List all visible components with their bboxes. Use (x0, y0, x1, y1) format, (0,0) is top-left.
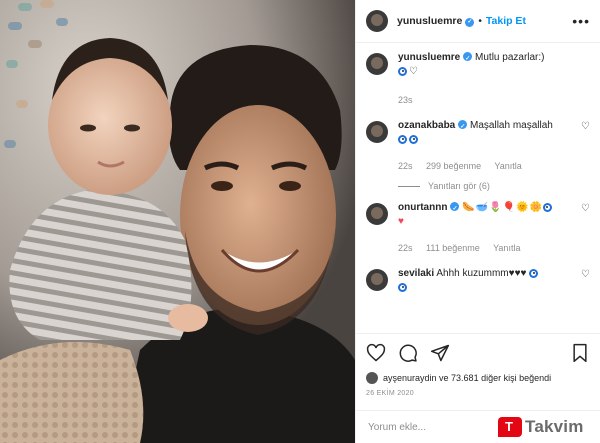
likes-text[interactable]: ayşenuraydin ve 73.681 diğer kişi beğend… (383, 373, 551, 383)
comment-time[interactable]: 22s (398, 243, 413, 253)
sun-icon: 🌞 (516, 202, 529, 213)
like-comment-icon[interactable]: ♡ (581, 121, 590, 132)
caption-text: Mutlu pazarlar:) (475, 52, 545, 63)
comment-item: onurtannn 🌭🥣🌷🎈🌞🌼 ♥ 22s 111 beğenme Yanıt… (366, 201, 590, 255)
emoji-sequence: 🌭🥣🌷🎈🌞🌼 (462, 202, 543, 213)
avatar[interactable] (366, 10, 388, 32)
add-comment-row: Takvim (356, 410, 600, 443)
comment-username[interactable]: sevilaki (398, 268, 434, 279)
photo-illustration (0, 0, 355, 443)
view-replies-label[interactable]: Yanıtları gör (6) (428, 181, 490, 191)
divider (398, 185, 420, 187)
comment-likes[interactable]: 111 beğenme (426, 243, 480, 253)
balloon-icon: 🎈 (502, 202, 516, 213)
verified-icon (458, 120, 468, 134)
follow-button[interactable]: Takip Et (486, 15, 526, 27)
comment-time[interactable]: 22s (398, 161, 413, 171)
avatar[interactable] (366, 121, 388, 143)
flower-icon: 🌷 (489, 202, 502, 213)
share-send-icon[interactable] (430, 343, 450, 363)
comment-likes[interactable]: 299 beğenme (426, 161, 481, 171)
reply-button[interactable]: Yanıtla (493, 243, 520, 253)
separator-dot: • (478, 15, 482, 27)
instagram-post: yunusluemre • Takip Et ••• yunusluemre M… (0, 0, 600, 443)
verified-icon (463, 52, 473, 66)
like-heart-icon[interactable] (366, 343, 386, 363)
red-heart-icon: ♥ (398, 216, 404, 227)
caption: yunusluemre Mutlu pazarlar:) ♡ 23s (366, 51, 590, 107)
avatar[interactable] (366, 269, 388, 291)
avatar[interactable] (366, 203, 388, 225)
heart-emoji-icon: ♡ (409, 66, 418, 77)
nazar-icon (529, 268, 539, 278)
reply-button[interactable]: Yanıtla (494, 161, 521, 171)
takvim-watermark: Takvim (498, 415, 594, 439)
watermark-text: Takvim (525, 417, 584, 436)
comments-panel: yunusluemre • Takip Et ••• yunusluemre M… (355, 0, 600, 443)
nazar-icon (542, 202, 552, 212)
liker-avatar (366, 372, 378, 384)
comment-username[interactable]: onurtannn (398, 202, 447, 213)
nazar-icon (409, 134, 418, 144)
avatar[interactable] (366, 53, 388, 75)
post-time[interactable]: 26 EKİM 2020 (366, 390, 590, 397)
add-comment-input[interactable] (366, 420, 490, 434)
comment-item: sevilaki Ahhh kuzummm♥♥♥ ♡ (366, 267, 590, 295)
post-photo[interactable] (0, 0, 355, 443)
hotdog-icon: 🌭 (462, 202, 475, 213)
like-comment-icon[interactable]: ♡ (581, 269, 590, 280)
post-header: yunusluemre • Takip Et ••• (356, 0, 600, 43)
view-replies[interactable]: Yanıtları gör (6) (398, 181, 590, 191)
bowl-icon: 🥣 (475, 202, 489, 213)
save-bookmark-icon[interactable] (570, 343, 590, 363)
post-actions: ayşenuraydin ve 73.681 diğer kişi beğend… (356, 333, 600, 397)
header-username[interactable]: yunusluemre (397, 15, 462, 27)
takvim-logo-icon (498, 417, 522, 437)
nazar-icon (398, 134, 407, 144)
verified-icon (465, 17, 475, 27)
comment-item: ozanakbaba Maşallah maşallah 22s 299 beğ… (366, 119, 590, 173)
flower2-icon: 🌼 (529, 202, 542, 213)
likes-summary[interactable]: ayşenuraydin ve 73.681 diğer kişi beğend… (366, 372, 590, 384)
nazar-icon (398, 66, 407, 76)
like-comment-icon[interactable]: ♡ (581, 203, 590, 214)
comments-list: yunusluemre Mutlu pazarlar:) ♡ 23s ozana… (356, 43, 600, 295)
comment-username[interactable]: ozanakbaba (398, 120, 455, 131)
comment-bubble-icon[interactable] (398, 343, 418, 363)
comment-text: Maşallah maşallah (470, 120, 553, 131)
caption-time[interactable]: 23s (398, 95, 413, 105)
comment-text: Ahhh kuzummm♥♥♥ (436, 268, 527, 279)
more-options-icon[interactable]: ••• (572, 13, 590, 29)
verified-icon (450, 202, 460, 216)
caption-username[interactable]: yunusluemre (398, 52, 460, 63)
nazar-icon (398, 282, 407, 292)
